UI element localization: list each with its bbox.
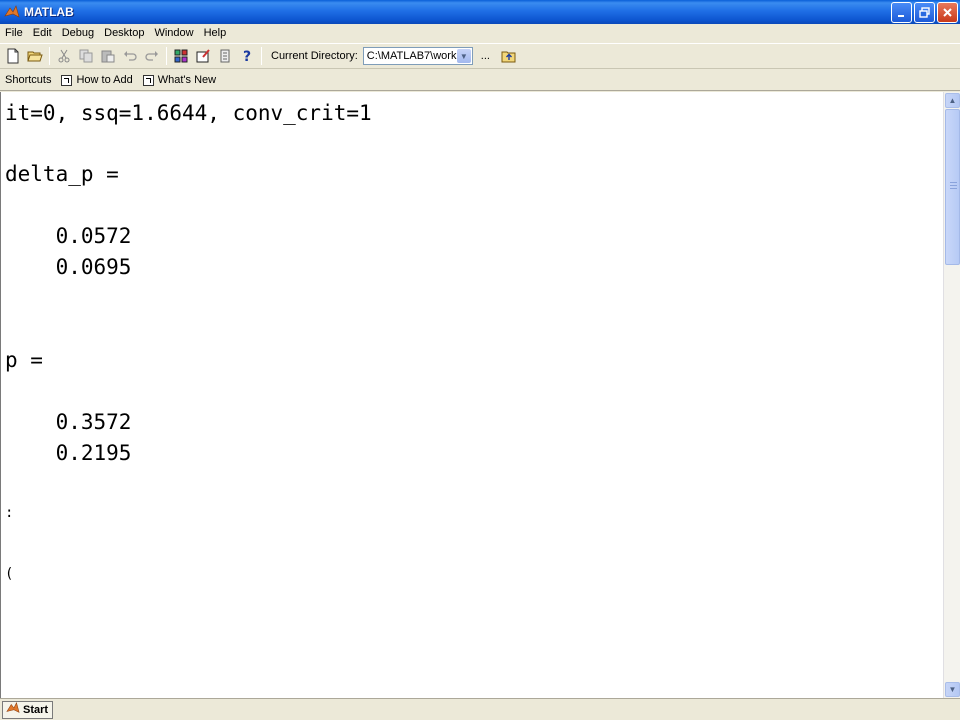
open-folder-icon [27, 51, 43, 62]
shortcuts-menu[interactable]: Shortcuts [5, 74, 51, 86]
copy-button[interactable] [75, 45, 97, 67]
shortcut-label: What's New [157, 74, 217, 86]
minimize-icon [898, 15, 904, 17]
restore-button[interactable] [914, 2, 935, 23]
console-line: 0.2195 [5, 441, 132, 465]
console-line: it=0, ssq=1.6644, conv_crit=1 [5, 101, 372, 125]
shortcut-label: How to Add [76, 74, 133, 86]
menu-edit[interactable]: Edit [28, 24, 57, 43]
restore-icon [919, 7, 930, 18]
menu-desktop[interactable]: Desktop [99, 24, 149, 43]
scroll-down-arrow-icon[interactable]: ▼ [945, 682, 960, 697]
shortcut-link-icon [142, 74, 154, 86]
console-line: 0.3572 [5, 410, 132, 434]
cut-button[interactable] [53, 45, 75, 67]
browse-directory-button[interactable]: ... [481, 50, 490, 62]
shortcuts-bar: Shortcuts How to Add What's New [0, 70, 960, 91]
console-line: 0.0695 [5, 255, 132, 279]
new-file-button[interactable] [2, 45, 24, 67]
shortcut-link-icon [61, 74, 73, 86]
shortcut-how-to-add[interactable]: How to Add [61, 74, 133, 86]
chevron-down-icon[interactable]: ▼ [456, 49, 471, 63]
console-line: delta_p = [5, 162, 119, 186]
menu-bar: File Edit Debug Desktop Window Help [0, 24, 960, 43]
console-partial-char: ( [5, 566, 14, 582]
open-file-button[interactable] [24, 45, 46, 67]
redo-button[interactable] [141, 45, 163, 67]
help-question-icon: ? [243, 49, 251, 64]
simulink-icon [174, 49, 188, 63]
scroll-up-arrow-icon[interactable]: ▲ [945, 93, 960, 108]
toolbar-separator [261, 47, 262, 65]
close-button[interactable] [937, 2, 958, 23]
menu-debug[interactable]: Debug [57, 24, 99, 43]
menu-window[interactable]: Window [149, 24, 198, 43]
undo-button[interactable] [119, 45, 141, 67]
current-directory-select[interactable]: C:\MATLAB7\work ▼ [362, 47, 473, 65]
start-label: Start [23, 703, 49, 716]
profiler-icon [220, 49, 230, 63]
current-directory-label: Current Directory: [271, 50, 358, 62]
folder-up-icon [501, 51, 516, 63]
toolbar-separator [49, 47, 50, 65]
scrollbar-grip [950, 188, 957, 189]
copy-icon [79, 49, 93, 63]
help-button[interactable]: ? [236, 45, 258, 67]
menu-file[interactable]: File [0, 24, 28, 43]
command-window[interactable]: it=0, ssq=1.6644, conv_crit=1 delta_p = … [0, 92, 943, 698]
shortcut-whats-new[interactable]: What's New [142, 74, 217, 86]
toolbar: ? Current Directory: C:\MATLAB7\work ▼ .… [0, 43, 960, 69]
guide-icon [196, 49, 210, 63]
close-icon [943, 8, 952, 17]
matlab-logo-icon [6, 701, 20, 718]
start-button[interactable]: Start [2, 700, 54, 719]
current-directory-value: C:\MATLAB7\work [366, 50, 457, 62]
window-title: MATLAB [24, 5, 74, 19]
status-bar: Start [0, 698, 960, 720]
redo-icon [145, 51, 158, 61]
console-line: 0.0572 [5, 224, 132, 248]
folder-up-button[interactable] [498, 45, 520, 67]
menu-help[interactable]: Help [199, 24, 232, 43]
profiler-button[interactable] [214, 45, 236, 67]
guide-button[interactable] [192, 45, 214, 67]
paste-icon [101, 50, 115, 63]
console-line: p = [5, 348, 43, 372]
scrollbar-grip [950, 182, 957, 183]
undo-icon [124, 51, 137, 61]
scrollbar-thumb[interactable] [945, 109, 960, 265]
paste-button[interactable] [97, 45, 119, 67]
svg-text:?: ? [243, 49, 251, 64]
toolbar-separator [166, 47, 167, 65]
minimize-button[interactable] [891, 2, 912, 23]
console-partial-char: : [5, 505, 14, 521]
scrollbar-grip [950, 185, 957, 186]
title-bar: MATLAB [0, 0, 960, 24]
scissors-icon [58, 49, 70, 63]
simulink-button[interactable] [170, 45, 192, 67]
vertical-scrollbar[interactable]: ▲ ▼ [943, 92, 960, 698]
new-file-icon [7, 48, 19, 64]
matlab-logo-icon [4, 4, 20, 20]
